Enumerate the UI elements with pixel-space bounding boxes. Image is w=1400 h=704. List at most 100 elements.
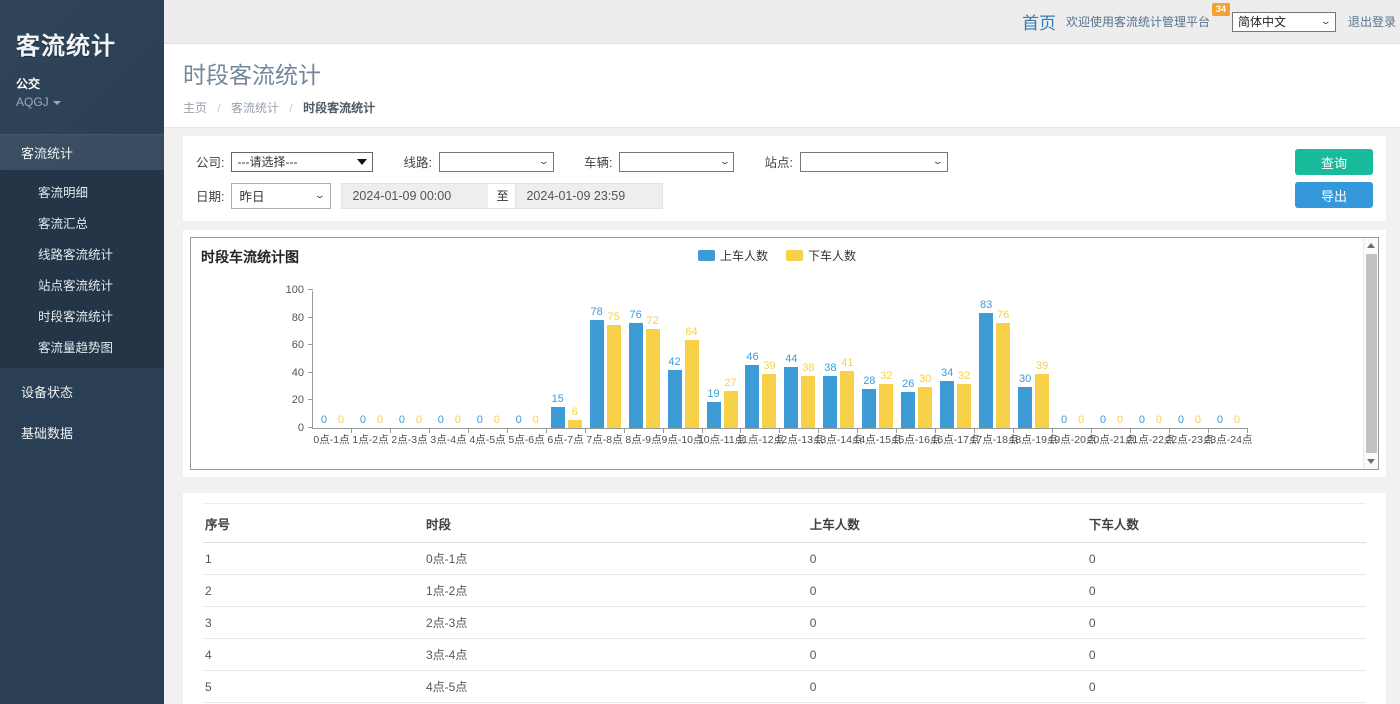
bar-group: 00 — [1092, 290, 1131, 428]
bar-slot: 0 — [1152, 290, 1166, 428]
bar-slot: 15 — [551, 290, 565, 428]
x-axis-label: 15点-16点 — [897, 432, 936, 447]
bar-group: 1927 — [703, 290, 742, 428]
logout-link[interactable]: 退出登录 — [1348, 13, 1396, 30]
y-tick-label: 60 — [268, 339, 304, 351]
x-axis-label: 5点-6点 — [507, 432, 546, 447]
station-select[interactable]: ⌄ — [800, 152, 948, 172]
bar-value-label: 78 — [591, 306, 603, 318]
legend-label: 下车人数 — [808, 247, 856, 264]
bar-value-label: 32 — [880, 370, 892, 382]
bar — [840, 371, 854, 428]
bar — [568, 420, 582, 428]
table-column-header: 时段 — [424, 504, 808, 543]
page-head: 时段客流统计 主页 / 客流统计 / 时段客流统计 — [164, 44, 1400, 128]
sidebar-item[interactable]: 站点客流统计 — [0, 269, 164, 300]
export-button[interactable]: 导出 — [1295, 182, 1373, 208]
chevron-down-icon: ⌄ — [538, 156, 550, 167]
line-select[interactable]: ⌄ — [439, 152, 554, 172]
bar-slot: 64 — [685, 290, 699, 428]
query-button[interactable]: 查询 — [1295, 149, 1373, 175]
bar-value-label: 46 — [746, 351, 758, 363]
y-tick-label: 20 — [268, 394, 304, 406]
x-axis-label: 20点-21点 — [1092, 432, 1131, 447]
bar-value-label: 39 — [763, 360, 775, 372]
bar-slot: 0 — [395, 290, 409, 428]
sidebar-item[interactable]: 线路客流统计 — [0, 238, 164, 269]
sidebar-item[interactable]: 客流汇总 — [0, 207, 164, 238]
date-to-label: 至 — [488, 183, 516, 209]
bar-value-label: 0 — [399, 414, 405, 426]
legend-item-boarding[interactable]: 上车人数 — [698, 247, 768, 264]
y-tick-label: 100 — [268, 284, 304, 296]
sidebar-item[interactable]: 时段客流统计 — [0, 300, 164, 331]
x-axis-label: 22点-23点 — [1170, 432, 1209, 447]
bar-group: 00 — [469, 290, 508, 428]
bar-value-label: 27 — [724, 377, 736, 389]
x-axis-label: 11点-12点 — [741, 432, 780, 447]
x-axis-label: 1点-2点 — [351, 432, 390, 447]
company-label: 公司: — [196, 152, 224, 171]
chevron-down-icon: ⌄ — [314, 190, 326, 201]
bar-value-label: 0 — [477, 414, 483, 426]
x-axis-label: 13点-14点 — [819, 432, 858, 447]
user-dropdown[interactable]: AQGJ — [16, 95, 148, 109]
x-axis-label: 6点-7点 — [546, 432, 585, 447]
chart-scrollbar[interactable] — [1363, 238, 1378, 469]
x-axis-label: 17点-18点 — [975, 432, 1014, 447]
legend-item-alighting[interactable]: 下车人数 — [786, 247, 856, 264]
scrollbar-thumb[interactable] — [1366, 254, 1377, 453]
bar-slot: 28 — [862, 290, 876, 428]
bar-value-label: 42 — [668, 356, 680, 368]
bar-value-label: 0 — [1061, 414, 1067, 426]
breadcrumb-section[interactable]: 客流统计 — [231, 101, 279, 115]
vehicle-label: 车辆: — [584, 152, 612, 171]
company-select[interactable]: ---请选择--- — [231, 152, 373, 172]
date-label: 日期: — [196, 186, 224, 205]
bar — [551, 407, 565, 428]
table-cell: 1点-2点 — [424, 575, 808, 607]
sidebar-children: 客流明细客流汇总线路客流统计站点客流统计时段客流统计客流量趋势图 — [0, 170, 164, 368]
bar — [1018, 387, 1032, 428]
bar-slot: 38 — [801, 290, 815, 428]
date-from-input[interactable] — [341, 183, 489, 209]
y-tick-label: 80 — [268, 312, 304, 324]
breadcrumb-home[interactable]: 主页 — [183, 101, 207, 115]
dropdown-arrow-icon — [357, 159, 367, 165]
bar-group: 46 39 — [741, 290, 780, 428]
table-column-header: 序号 — [203, 504, 424, 543]
topbar: 首页 欢迎使用客流统计管理平台 34 简体中文 ⌄ 退出登录 — [164, 0, 1400, 44]
bar-value-label: 0 — [1195, 414, 1201, 426]
table-cell: 0 — [1087, 543, 1366, 575]
language-select[interactable]: 简体中文 ⌄ — [1232, 12, 1336, 32]
bar — [646, 329, 660, 428]
bar-value-label: 0 — [1156, 414, 1162, 426]
bar-group: 00 — [391, 290, 430, 428]
table-cell: 4 — [203, 639, 424, 671]
bar-slot: 41 — [840, 290, 854, 428]
bar-value-label: 0 — [438, 414, 444, 426]
bar-value-label: 0 — [1117, 414, 1123, 426]
date-to-input[interactable] — [515, 183, 663, 209]
sidebar-item[interactable]: 客流明细 — [0, 176, 164, 207]
bar-group: 00 — [1209, 290, 1248, 428]
sidebar-section-0[interactable]: 客流统计 — [0, 134, 164, 170]
sidebar-item[interactable]: 客流量趋势图 — [0, 331, 164, 362]
bar-slot: 75 — [607, 290, 621, 428]
table-row: 32点-3点00 — [203, 607, 1366, 639]
breadcrumb-separator: / — [289, 101, 292, 115]
scroll-up-arrow-icon[interactable] — [1364, 238, 1379, 253]
filter-actions: 查询 导出 — [1295, 149, 1373, 208]
sidebar-section-2[interactable]: 基础数据 — [0, 415, 164, 450]
sidebar-section-1[interactable]: 设备状态 — [0, 374, 164, 409]
bar-value-label: 32 — [958, 370, 970, 382]
scroll-down-arrow-icon[interactable] — [1364, 454, 1379, 469]
date-preset-select[interactable]: 昨日 ⌄ — [231, 183, 331, 209]
home-link[interactable]: 首页 — [1022, 9, 1056, 34]
bar-slot: 76 — [629, 290, 643, 428]
sidebar-profile: 公交 AQGJ — [0, 61, 164, 109]
table-body: 10点-1点0021点-2点0032点-3点0043点-4点0054点-5点00… — [203, 543, 1366, 704]
bar-slot: 34 — [940, 290, 954, 428]
vehicle-select[interactable]: ⌄ — [619, 152, 734, 172]
bar-slot: 0 — [529, 290, 543, 428]
